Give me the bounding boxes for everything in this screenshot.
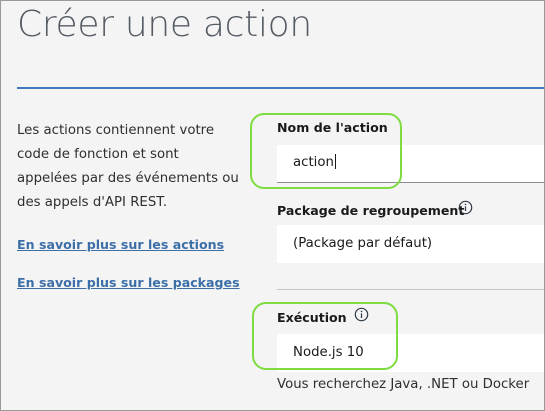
- learn-more-actions-link[interactable]: En savoir plus sur les actions: [17, 237, 224, 252]
- runtime-hint: Vous recherchez Java, .NET ou Docker: [277, 377, 530, 392]
- create-action-page: Créer une action Les actions contiennent…: [0, 0, 545, 411]
- title-divider: [17, 87, 544, 89]
- intro-line: appelées par des événements ou: [17, 171, 239, 186]
- learn-more-packages-link[interactable]: En savoir plus sur les packages: [17, 275, 240, 290]
- package-divider: [277, 289, 544, 290]
- package-label: Package de regroupement: [277, 203, 465, 218]
- intro-line: des appels d'API REST.: [17, 195, 168, 210]
- intro-line: code de fonction et sont: [17, 147, 179, 162]
- runtime-select[interactable]: Node.js 10: [277, 334, 544, 372]
- text-cursor: [334, 154, 336, 169]
- package-select[interactable]: (Package par défaut): [277, 225, 544, 263]
- action-name-label: Nom de l'action: [277, 120, 388, 135]
- intro-line: Les actions contiennent votre: [17, 123, 215, 138]
- runtime-info-icon[interactable]: [354, 307, 369, 322]
- action-name-value: action: [293, 155, 334, 170]
- runtime-label: Exécution: [277, 310, 347, 325]
- page-title: Créer une action: [17, 4, 312, 45]
- intro-text: Les actions contiennent votre code de fo…: [17, 119, 261, 215]
- package-info-icon[interactable]: [458, 200, 473, 215]
- action-name-input[interactable]: action: [277, 145, 544, 183]
